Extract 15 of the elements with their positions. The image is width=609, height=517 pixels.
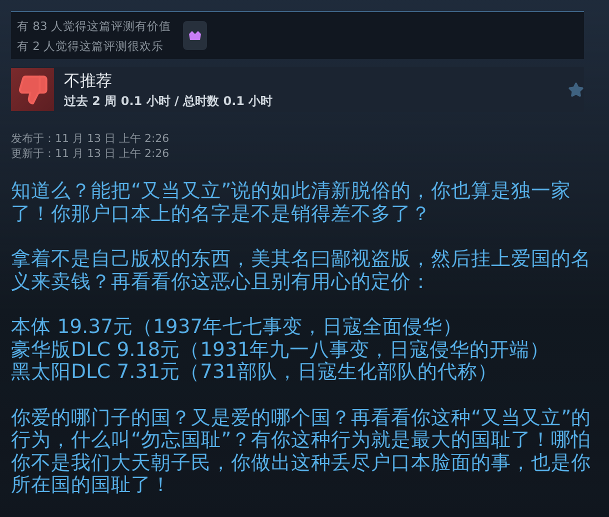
helpful-count: 有 83 人觉得这篇评测有价值 [17,18,171,34]
review-paragraph: 你爱的哪门子的国？又是爱的哪个国？再看看你这种“又当又立”的行为，什么叫“勿忘国耻”？有你这种行为就是最大的国耻了！哪怕你不是我们大天朝子民，你做出这种丢尽户口本脸面的事，也是你所在国的国耻了！ [11,406,592,496]
star-icon[interactable] [568,82,584,98]
price-line: 豪华版DLC 9.18元（1931年九一八事变，日寇侵华的开端） [11,338,551,361]
price-line: 黑太阳DLC 7.31元（731部队，日寇生化部队的代称） [11,361,498,384]
review-paragraph: 知道么？能把“又当又立”说的如此清新脱俗的，你也算是独一家了！你那户口本上的名字是不是销得差不多了？ [11,180,572,225]
funny-count: 有 2 人觉得这篇评测很欢乐 [17,38,165,54]
award-icon [188,30,202,41]
price-line: 本体 19.37元（1937年七七事变，日寇全面侵华） [11,316,464,338]
posted-date: 发布于：11 月 13 日 上午 2:26 [11,131,170,146]
updated-date: 更新于：11 月 13 日 上午 2:26 [11,146,170,161]
playtime-text: 过去 2 周 0.1 小时 / 总时数 0.1 小时 [64,92,274,108]
review-verdict: 不推荐 [64,70,113,90]
award-badge[interactable] [182,21,207,50]
review-paragraph: 拿着不是自己版权的东西，美其名曰鄙视盗版，然后挂上爱国的名义来卖钱？再看看你这恶心且别有用心的定价： [11,248,592,293]
